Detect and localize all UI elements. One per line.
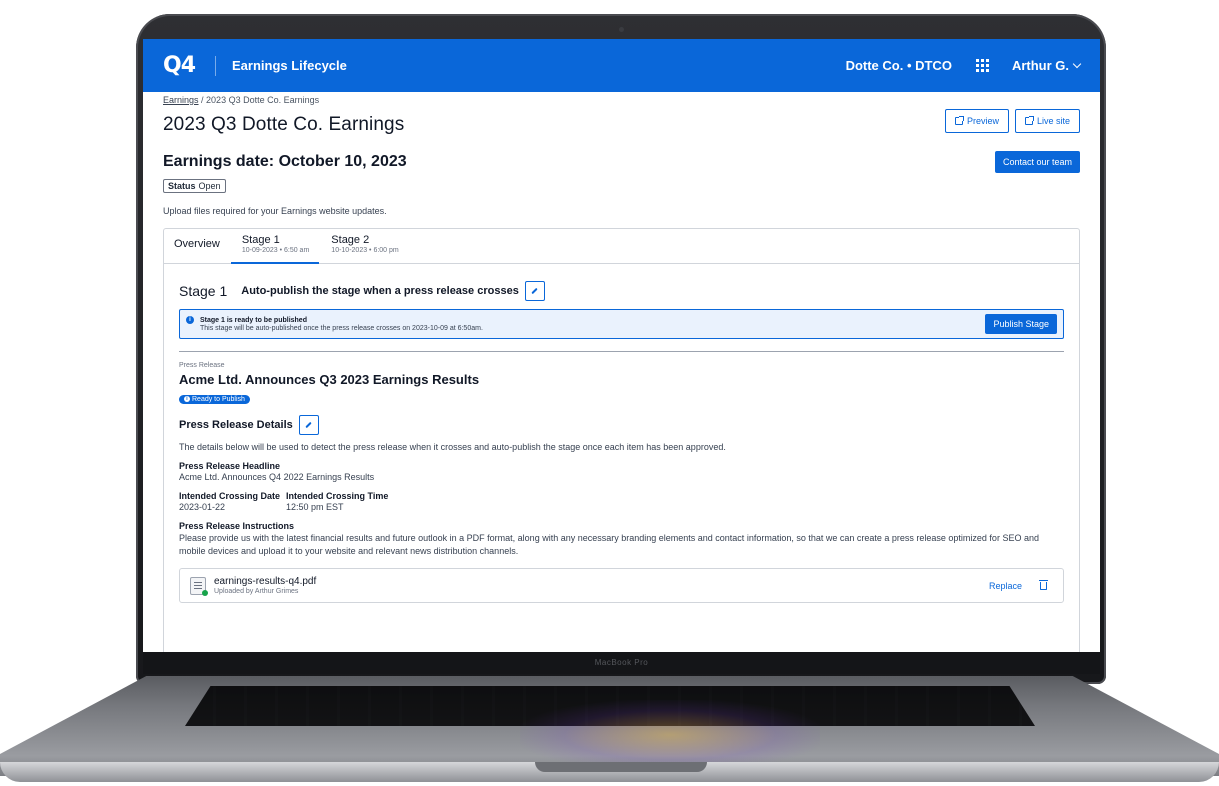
company-selector[interactable]: Dotte Co. • DTCO (846, 58, 952, 73)
breadcrumb-earnings-link[interactable]: Earnings (163, 95, 199, 105)
details-description: The details below will be used to detect… (179, 442, 726, 452)
instructions-field: Press Release Instructions Please provid… (179, 521, 1039, 556)
app-title[interactable]: Earnings Lifecycle (232, 58, 347, 73)
earnings-date: Earnings date: October 10, 2023 (163, 153, 407, 170)
uploaded-file-row: earnings-results-q4.pdf Uploaded by Arth… (179, 568, 1064, 603)
user-name: Arthur G. (1011, 58, 1069, 73)
main-content: Earnings / 2023 Q3 Dotte Co. Earnings 20… (143, 92, 1100, 652)
info-icon: i (184, 396, 190, 402)
stage-name: Stage 1 (179, 283, 228, 299)
top-navigation-bar: Q4 Earnings Lifecycle Dotte Co. • DTCO A… (143, 39, 1100, 92)
edit-stage-button[interactable] (524, 281, 545, 301)
section-divider (179, 351, 1064, 352)
preview-button[interactable]: Preview (944, 109, 1009, 133)
ready-alert: i Stage 1 is ready to be published This … (179, 309, 1064, 339)
user-menu[interactable]: Arthur G. (1011, 58, 1082, 73)
tab-stage-2[interactable]: Stage 2 10-10-2023 • 6:00 pm (331, 229, 398, 263)
app-grid-icon[interactable] (975, 58, 990, 73)
chevron-down-icon (1072, 59, 1082, 68)
page-title: 2023 Q3 Dotte Co. Earnings (163, 114, 405, 135)
external-link-icon (1024, 116, 1034, 125)
trash-icon[interactable] (1039, 579, 1048, 590)
stage-description: Auto-publish the stage when a press rele… (241, 285, 519, 297)
replace-file-link[interactable]: Replace (989, 581, 1022, 591)
publish-stage-button[interactable]: Publish Stage (985, 314, 1057, 334)
file-uploader: Uploaded by Arthur Grimes (214, 588, 299, 595)
alert-text: This stage will be auto-published once t… (200, 324, 483, 332)
header-divider (215, 55, 216, 76)
q4-logo[interactable]: Q4 (163, 53, 213, 78)
document-icon (190, 576, 208, 596)
breadcrumb: Earnings / 2023 Q3 Dotte Co. Earnings (163, 95, 1080, 105)
crossing-date-field: Intended Crossing Date 2023-01-22 (179, 491, 281, 512)
edit-details-button[interactable] (298, 415, 319, 435)
headline-field: Press Release Headline Acme Ltd. Announc… (179, 461, 375, 482)
keyboard-glow (520, 700, 820, 770)
upload-note: Upload files required for your Earnings … (163, 206, 387, 216)
stage-panel-body: Stage 1 Auto-publish the stage when a pr… (164, 264, 1079, 603)
details-title: Press Release Details (179, 419, 293, 431)
stage-tabs: Overview Stage 1 10-09-2023 • 6:50 am St… (164, 229, 1079, 264)
ready-to-publish-badge: i Ready to Publish (179, 394, 250, 404)
preview-label: Preview (966, 116, 999, 126)
stage-header: Stage 1 Auto-publish the stage when a pr… (179, 281, 1064, 301)
status-badge: Status Open (163, 179, 226, 193)
laptop-notch (535, 762, 707, 772)
screen: Q4 Earnings Lifecycle Dotte Co. • DTCO A… (143, 39, 1100, 652)
press-release-title: Acme Ltd. Announces Q3 2023 Earnings Res… (179, 372, 480, 387)
status-value: Open (198, 181, 221, 191)
pencil-icon (531, 287, 538, 295)
crossing-fields: Intended Crossing Date 2023-01-22 Intend… (179, 491, 1064, 512)
breadcrumb-current: 2023 Q3 Dotte Co. Earnings (206, 95, 320, 105)
details-header: Press Release Details (179, 415, 1064, 435)
status-label: Status (168, 181, 196, 191)
tab-stage-1[interactable]: Stage 1 10-09-2023 • 6:50 am (230, 229, 320, 264)
stages-panel: Overview Stage 1 10-09-2023 • 6:50 am St… (163, 228, 1080, 652)
tab-overview[interactable]: Overview (174, 229, 220, 263)
crossing-time-field: Intended Crossing Time 12:50 pm EST (286, 491, 389, 512)
alert-title: Stage 1 is ready to be published (200, 316, 307, 324)
breadcrumb-separator: / (198, 95, 207, 105)
device-model-label: MacBook Pro (143, 652, 1100, 674)
live-site-button[interactable]: Live site (1014, 109, 1080, 133)
info-icon: i (186, 316, 194, 324)
file-name[interactable]: earnings-results-q4.pdf (214, 576, 316, 587)
contact-team-button[interactable]: Contact our team (994, 151, 1080, 173)
pencil-icon (305, 421, 312, 429)
press-release-section-label: Press Release (179, 362, 225, 369)
camera-icon (619, 27, 624, 32)
header-actions: Preview Live site (944, 109, 1080, 133)
external-link-icon (954, 116, 964, 125)
live-site-label: Live site (1036, 116, 1070, 126)
